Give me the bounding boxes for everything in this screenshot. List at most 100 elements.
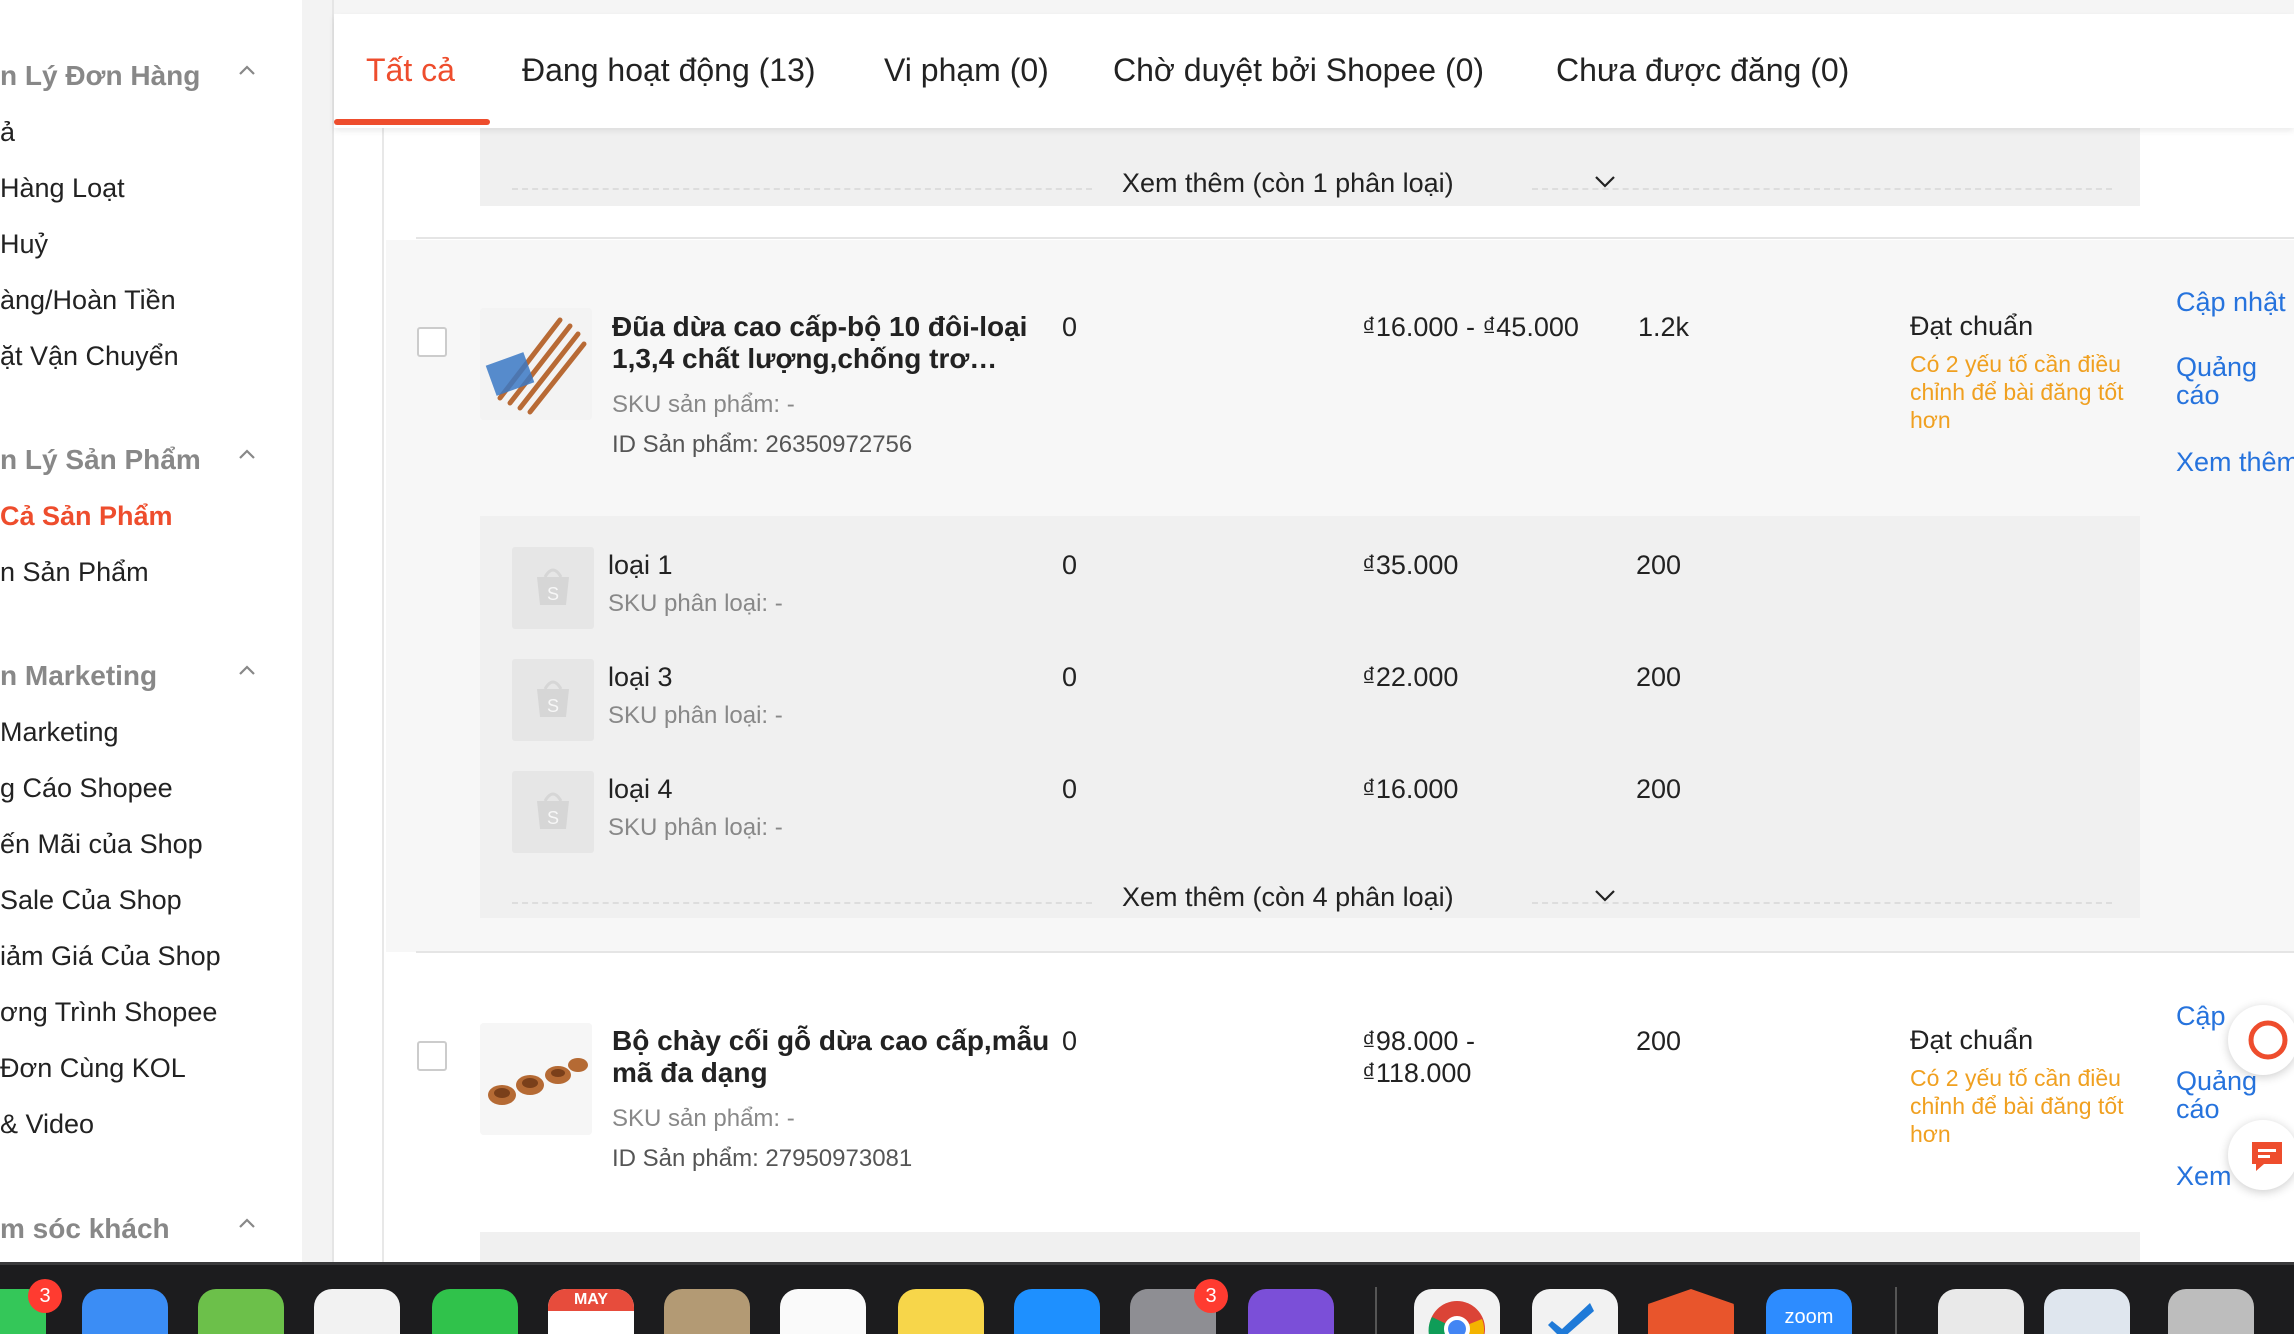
more-actions-link[interactable]: Xem [2176, 1162, 2232, 1190]
variant-price: ₫16.000 [1362, 774, 1459, 804]
show-more-variants-button[interactable]: Xem thêm (còn 4 phân loại) [512, 882, 2112, 922]
zoom-app-icon[interactable]: zoom [1766, 1289, 1852, 1334]
chat-icon [2252, 1142, 2282, 1171]
sidebar-item[interactable]: iảm Giá Của Shop [0, 941, 221, 972]
app-store-icon[interactable] [1014, 1289, 1100, 1334]
product-name[interactable]: Bộ chày cối gỗ dừa cao cấp,mẫu mã đa dạn… [612, 1025, 1052, 1089]
sidebar-section-orders[interactable]: n Lý Đơn Hàng [0, 60, 255, 92]
chrome-icon [1428, 1301, 1485, 1334]
sidebar-item[interactable]: àng/Hoàn Tiền [0, 285, 176, 316]
product-thumbnail[interactable] [480, 308, 592, 420]
sidebar-item-all-products[interactable]: Cả Sản Phẩm [0, 501, 173, 532]
mail-app-icon[interactable] [82, 1289, 168, 1334]
variant-stock: 200 [1636, 550, 1682, 580]
vscode-icon [1548, 1303, 1594, 1334]
next-row-preview [480, 1232, 2140, 1262]
chevron-up-icon[interactable] [238, 1215, 256, 1233]
chat-assistant-button[interactable] [2228, 1005, 2294, 1075]
quality-note[interactable]: Có 2 yếu tố cần điều chỉnh để bài đăng t… [1910, 350, 2140, 434]
product-sku: SKU sản phẩm: - [612, 1105, 795, 1132]
discord-like-app-icon[interactable] [1248, 1289, 1334, 1334]
chevron-up-icon[interactable] [238, 446, 256, 464]
advertise-link[interactable]: Quảng cáo [2176, 353, 2276, 409]
sidebar-item[interactable]: Sale Của Shop [0, 885, 182, 916]
photos-app-icon[interactable] [314, 1289, 400, 1334]
quality-status: Đạt chuẩn [1910, 1025, 2034, 1055]
sidebar: n Lý Đơn Hàng ả Hàng Loạt Huỷ àng/Hoàn T… [0, 0, 302, 1262]
variant-name: loại 1 [608, 550, 673, 580]
contacts-app-icon[interactable] [664, 1289, 750, 1334]
sidebar-item[interactable]: Huỷ [0, 229, 48, 260]
sidebar-item[interactable]: g Cáo Shopee [0, 773, 173, 804]
chrome-app-icon[interactable] [1414, 1289, 1500, 1334]
quality-note[interactable]: Có 2 yếu tố cần điều chỉnh để bài đăng t… [1910, 1064, 2140, 1148]
tab-unpublished[interactable]: Chưa được đăng (0) [1556, 52, 1849, 89]
tab-all[interactable]: Tất cả [366, 52, 455, 89]
show-more-label: Xem thêm (còn 1 phân loại) [1122, 168, 1454, 198]
dock-separator [1895, 1287, 1897, 1334]
product-checkbox[interactable] [417, 327, 447, 357]
reminders-app-icon[interactable] [780, 1289, 866, 1334]
sidebar-section-products[interactable]: n Lý Sản Phẩm [0, 444, 255, 476]
dock-separator [1375, 1287, 1377, 1334]
advertise-link[interactable]: Quảng cáo [2176, 1067, 2276, 1123]
shopee-bag-icon: S [537, 568, 569, 605]
tab-violation[interactable]: Vi phạm (0) [884, 52, 1049, 89]
sidebar-section-label: m sóc khách [0, 1213, 170, 1244]
screen: n Lý Đơn Hàng ả Hàng Loạt Huỷ àng/Hoàn T… [0, 0, 2294, 1334]
tab-bar: Tất cả Đang hoạt động (13) Vi phạm (0) C… [334, 14, 2294, 128]
product-id: ID Sản phẩm: 26350972756 [612, 431, 913, 458]
sidebar-section-label: n Marketing [0, 660, 158, 691]
sidebar-section-customer-care[interactable]: m sóc khách [0, 1213, 255, 1245]
variant-price: ₫22.000 [1362, 662, 1459, 692]
chevron-up-icon[interactable] [238, 662, 256, 680]
variant-thumbnail: S [512, 659, 594, 741]
document-stack-icon[interactable] [1938, 1289, 2024, 1334]
sidebar-item[interactable]: n Sản Phẩm [0, 557, 149, 588]
maps-app-icon[interactable] [198, 1289, 284, 1334]
variant-sales: 0 [1062, 774, 1078, 804]
product-checkbox[interactable] [417, 1041, 447, 1071]
variant-name: loại 4 [608, 774, 673, 804]
divider [416, 951, 2294, 953]
brave-like-app-icon[interactable] [1648, 1289, 1734, 1334]
product-thumbnail[interactable] [480, 1023, 592, 1135]
sidebar-section-label: n Lý Đơn Hàng [0, 60, 201, 91]
trash-icon[interactable] [2168, 1289, 2254, 1334]
sidebar-item[interactable]: ặt Vận Chuyển [0, 341, 179, 372]
support-icon [2248, 1020, 2288, 1060]
vscode-app-icon[interactable] [1532, 1289, 1618, 1334]
product-stock: 1.2k [1638, 312, 1690, 342]
product-stock: 200 [1636, 1026, 1682, 1056]
product-id: ID Sản phẩm: 27950973081 [612, 1145, 913, 1172]
mortar-pestle-image [480, 1023, 592, 1135]
svg-text:S: S [547, 808, 559, 828]
tab-active[interactable]: Đang hoạt động (13) [522, 52, 816, 89]
sidebar-section-marketing[interactable]: n Marketing [0, 660, 255, 692]
sidebar-item[interactable]: Đơn Cùng KOL [0, 1053, 186, 1084]
sidebar-item[interactable]: & Video [0, 1109, 94, 1140]
update-link[interactable]: Cập nhật [2176, 288, 2286, 316]
facetime-app-icon[interactable] [432, 1289, 518, 1334]
chevron-up-icon[interactable] [238, 62, 256, 80]
chat-button[interactable] [2228, 1120, 2294, 1190]
screenshot-stack-icon[interactable] [2044, 1289, 2130, 1334]
more-actions-link[interactable]: Xem thêm [2176, 448, 2294, 476]
quality-status: Đạt chuẩn [1910, 311, 2034, 341]
shopee-bag-icon: S [537, 680, 569, 717]
variant-sku: SKU phân loại: - [608, 590, 783, 617]
chopsticks-image [480, 308, 592, 420]
show-more-variants-button[interactable]: Xem thêm (còn 1 phân loại) [512, 168, 2112, 208]
calendar-app-icon[interactable]: MAY [548, 1289, 634, 1334]
sidebar-item[interactable]: ơng Trình Shopee [0, 997, 217, 1028]
product-price: ₫16.000 - ₫45.000 [1362, 312, 1579, 342]
sidebar-item[interactable]: Hàng Loạt [0, 173, 125, 204]
settings-badge: 3 [1194, 1279, 1228, 1313]
product-name[interactable]: Đũa dừa cao cấp-bộ 10 đôi-loại 1,3,4 chấ… [612, 311, 1052, 375]
sidebar-item[interactable]: ến Mãi của Shop [0, 829, 203, 860]
tab-pending-review[interactable]: Chờ duyệt bởi Shopee (0) [1113, 52, 1484, 89]
update-link[interactable]: Cập [2176, 1002, 2226, 1030]
sidebar-item[interactable]: Marketing [0, 717, 119, 748]
sidebar-item[interactable]: ả [0, 117, 15, 148]
notes-app-icon[interactable] [898, 1289, 984, 1334]
